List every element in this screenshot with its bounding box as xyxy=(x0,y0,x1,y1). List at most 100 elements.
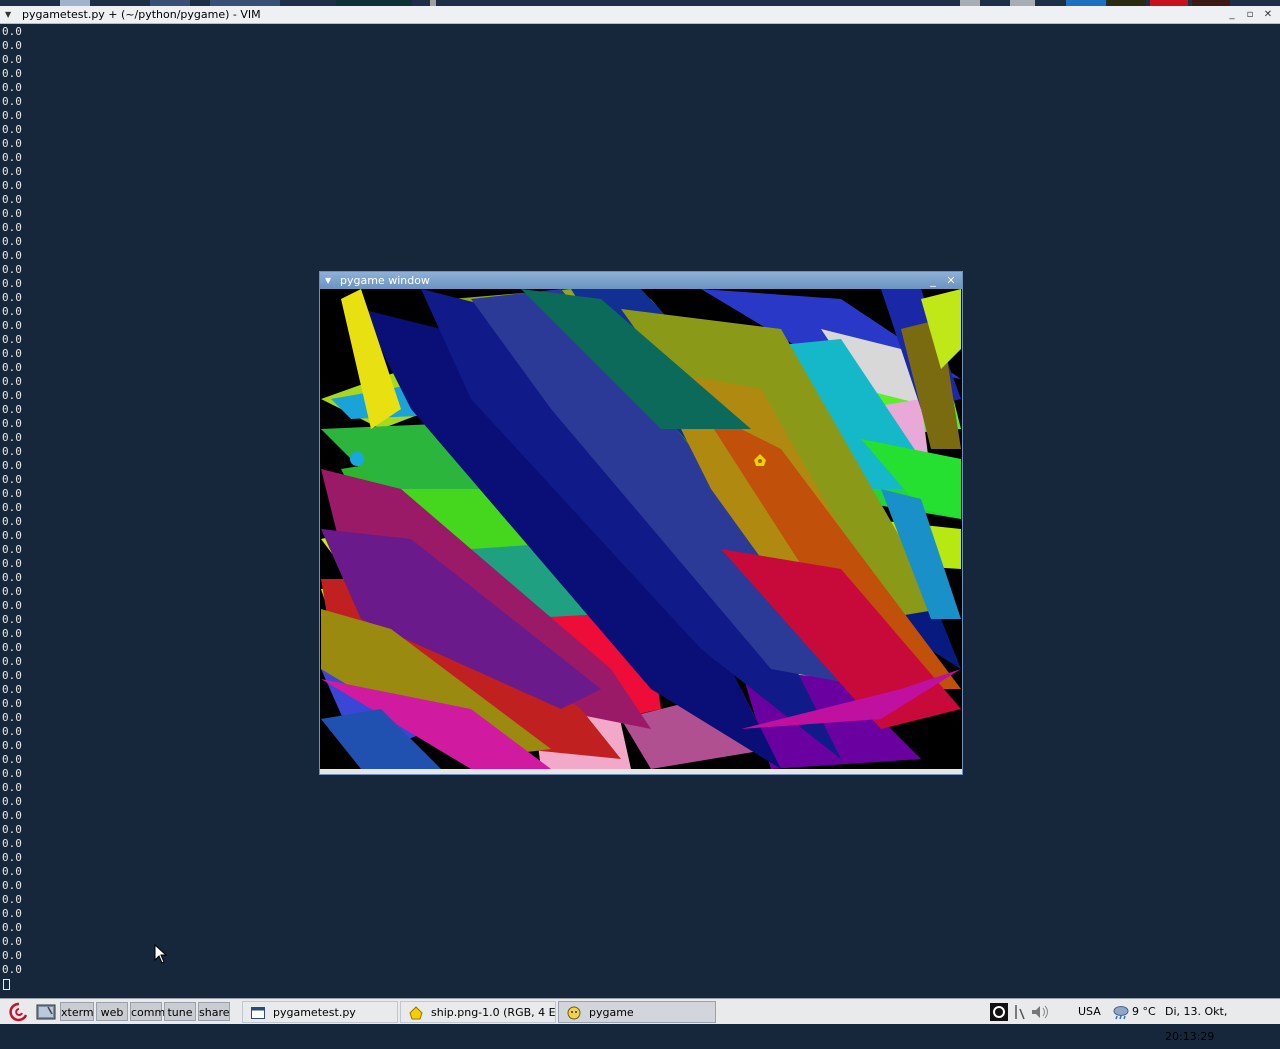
pygame-window-title: pygame window xyxy=(340,274,430,287)
terminal-line: 0.0 xyxy=(2,109,22,122)
terminal-line: 0.0 xyxy=(2,95,22,108)
terminal-cursor xyxy=(3,979,10,990)
window-menu-icon[interactable]: ▼ xyxy=(5,6,11,23)
temperature-label[interactable]: 9 °C xyxy=(1132,999,1156,1024)
terminal-line: 0.0 xyxy=(2,599,22,612)
pager-label: tune xyxy=(167,1006,193,1019)
pager-tune[interactable]: tune xyxy=(164,1002,196,1021)
show-desktop-icon[interactable] xyxy=(36,999,58,1024)
terminal-line: 0.0 xyxy=(2,809,22,822)
terminal-line: 0.0 xyxy=(2,207,22,220)
vim-window-title: pygametest.py + (~/python/pygame) - VIM xyxy=(22,8,261,21)
terminal-line: 0.0 xyxy=(2,683,22,696)
terminal-line: 0.0 xyxy=(2,53,22,66)
terminal-line: 0.0 xyxy=(2,865,22,878)
terminal-line: 0.0 xyxy=(2,235,22,248)
terminal-line: 0.0 xyxy=(2,851,22,864)
pygame-icon xyxy=(567,1006,581,1020)
terminal-line: 0.0 xyxy=(2,263,22,276)
pygame-render xyxy=(321,289,961,769)
pygame-title-bar[interactable]: ▼ pygame window _ ✕ xyxy=(320,272,962,289)
vim-title-bar: ▼ pygametest.py + (~/python/pygame) - VI… xyxy=(0,6,1280,24)
terminal-line: 0.0 xyxy=(2,25,22,38)
pygame-window-border xyxy=(320,769,962,774)
terminal-line: 0.0 xyxy=(2,249,22,262)
terminal-line: 0.0 xyxy=(2,669,22,682)
terminal-icon xyxy=(251,1007,265,1019)
pygame-window[interactable]: ▼ pygame window _ ✕ xyxy=(320,272,962,774)
image-icon xyxy=(409,1006,423,1020)
terminal-line: 0.0 xyxy=(2,893,22,906)
terminal-line: 0.0 xyxy=(2,921,22,934)
task-label: pygametest.py xyxy=(273,1006,356,1019)
pager-xterm[interactable]: xterm xyxy=(60,1002,94,1021)
terminal-line: 0.0 xyxy=(2,179,22,192)
terminal-line: 0.0 xyxy=(2,935,22,948)
pager-share[interactable]: share xyxy=(198,1002,230,1021)
pager-comm[interactable]: comm xyxy=(130,1002,166,1021)
terminal-line: 0.0 xyxy=(2,571,22,584)
close-button[interactable]: ✕ xyxy=(943,272,959,289)
pager-web[interactable]: web xyxy=(96,1002,128,1021)
terminal-line: 0.0 xyxy=(2,711,22,724)
terminal-line: 0.0 xyxy=(2,431,22,444)
terminal-line: 0.0 xyxy=(2,767,22,780)
terminal-line: 0.0 xyxy=(2,557,22,570)
task-pygametest[interactable]: pygametest.py xyxy=(242,1001,398,1023)
terminal-line: 0.0 xyxy=(2,291,22,304)
terminal-line: 0.0 xyxy=(2,697,22,710)
terminal-line: 0.0 xyxy=(2,459,22,472)
terminal-line: 0.0 xyxy=(2,403,22,416)
terminal-line: 0.0 xyxy=(2,473,22,486)
terminal-line: 0.0 xyxy=(2,333,22,346)
terminal-line: 0.0 xyxy=(2,487,22,500)
minimize-button[interactable]: _ xyxy=(1225,6,1239,23)
terminal-line: 0.0 xyxy=(2,81,22,94)
maximize-button[interactable]: ▫ xyxy=(1243,6,1257,23)
terminal-line: 0.0 xyxy=(2,641,22,654)
terminal-line: 0.0 xyxy=(2,781,22,794)
terminal-line: 0.0 xyxy=(2,193,22,206)
terminal-line: 0.0 xyxy=(2,543,22,556)
terminal-line: 0.0 xyxy=(2,221,22,234)
terminal-line: 0.0 xyxy=(2,361,22,374)
terminal-line: 0.0 xyxy=(2,739,22,752)
terminal-line: 0.0 xyxy=(2,165,22,178)
tray-app-icon[interactable] xyxy=(990,999,1010,1024)
task-label: ship.png-1.0 (RGB, 4 E... xyxy=(431,1006,556,1019)
terminal-line: 0.0 xyxy=(2,389,22,402)
terminal-line: 0.0 xyxy=(2,879,22,892)
terminal-line: 0.0 xyxy=(2,417,22,430)
pager-label: xterm xyxy=(61,1006,94,1019)
terminal-line: 0.0 xyxy=(2,347,22,360)
pager-label: web xyxy=(100,1006,124,1019)
terminal-line: 0.0 xyxy=(2,837,22,850)
pygame-canvas[interactable] xyxy=(321,289,961,769)
terminal-line: 0.0 xyxy=(2,501,22,514)
task-pygame[interactable]: pygame xyxy=(558,1001,716,1023)
terminal-line: 0.0 xyxy=(2,305,22,318)
task-ship-png[interactable]: ship.png-1.0 (RGB, 4 E... xyxy=(400,1001,556,1023)
keyboard-layout-label[interactable]: USA xyxy=(1078,999,1101,1024)
weather-icon[interactable] xyxy=(1112,999,1130,1024)
terminal-line: 0.0 xyxy=(2,123,22,136)
terminal-line: 0.0 xyxy=(2,753,22,766)
task-label: pygame xyxy=(589,1006,634,1019)
terminal-line: 0.0 xyxy=(2,151,22,164)
pager-label: comm xyxy=(131,1006,166,1019)
debian-menu-icon[interactable] xyxy=(8,999,34,1024)
minimize-button[interactable]: _ xyxy=(925,272,941,289)
terminal-line: 0.0 xyxy=(2,613,22,626)
volume-icon[interactable] xyxy=(1030,999,1052,1024)
terminal-line: 0.0 xyxy=(2,319,22,332)
network-icon[interactable] xyxy=(1014,999,1028,1024)
terminal-line: 0.0 xyxy=(2,907,22,920)
terminal-line: 0.0 xyxy=(2,529,22,542)
window-menu-icon[interactable]: ▼ xyxy=(325,272,331,289)
taskbar: xterm web comm tune share pygametest.py … xyxy=(0,998,1280,1043)
clock[interactable]: Di, 13. Okt, 20:13:29 xyxy=(1165,999,1280,1049)
terminal-line: 0.0 xyxy=(2,823,22,836)
terminal-line: 0.0 xyxy=(2,375,22,388)
terminal-line: 0.0 xyxy=(2,515,22,528)
close-button[interactable]: ✕ xyxy=(1261,6,1275,23)
